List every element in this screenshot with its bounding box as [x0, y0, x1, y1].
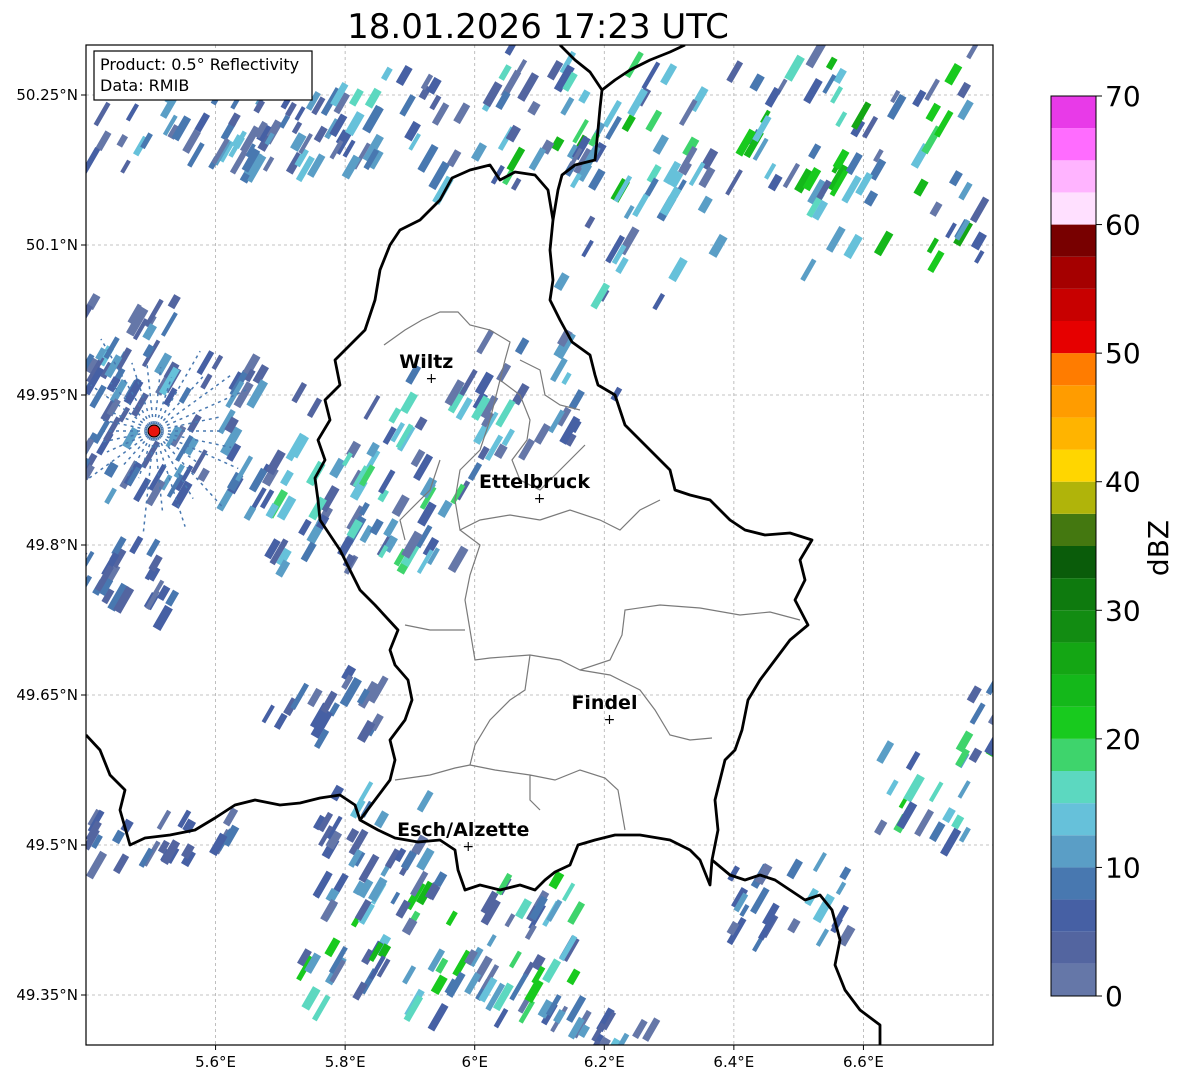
- colorbar-tick-label: 70: [1105, 80, 1141, 113]
- colorbar-segment: [1051, 96, 1096, 129]
- colorbar-segment: [1051, 256, 1096, 289]
- colorbar-tick-label: 10: [1105, 851, 1141, 884]
- city-label: Ettelbruck: [479, 471, 590, 493]
- colorbar-segment: [1051, 128, 1096, 161]
- colorbar-tick-label: 30: [1105, 594, 1141, 627]
- colorbar-segment: [1051, 771, 1096, 804]
- colorbar-segment: [1051, 963, 1096, 996]
- colorbar-segment: [1051, 803, 1096, 836]
- colorbar-segment: [1051, 642, 1096, 675]
- colorbar-tick-label: 50: [1105, 337, 1141, 370]
- colorbar-segment: [1051, 160, 1096, 193]
- lat-tick-label: 49.65°N: [16, 686, 78, 704]
- colorbar-segment: [1051, 481, 1096, 514]
- colorbar-label: dBZ: [1142, 520, 1175, 576]
- lon-tick-label: 5.8°E: [325, 1053, 366, 1071]
- map-title: 18.01.2026 17:23 UTC: [347, 7, 729, 47]
- info-box: Product: 0.5° Reflectivity Data: RMIB: [93, 50, 313, 101]
- city-marker: +: [462, 839, 474, 855]
- lon-tick-label: 6.2°E: [584, 1053, 625, 1071]
- lat-tick-label: 50.1°N: [26, 236, 78, 254]
- colorbar-segment: [1051, 931, 1096, 964]
- colorbar-segment: [1051, 385, 1096, 418]
- radar-site-marker: [147, 424, 161, 438]
- colorbar-segment: [1051, 321, 1096, 354]
- lon-tick-label: 6.6°E: [843, 1053, 884, 1071]
- colorbar-tick-label: 20: [1105, 723, 1141, 756]
- lat-tick-label: 49.95°N: [16, 386, 78, 404]
- radar-site-dot: [147, 424, 161, 438]
- lon-tick-label: 6°E: [461, 1053, 488, 1071]
- lon-tick-label: 5.6°E: [195, 1053, 236, 1071]
- city-marker: +: [604, 712, 616, 728]
- city-label: Findel: [571, 692, 637, 714]
- lat-tick-label: 49.8°N: [26, 536, 78, 554]
- colorbar-segment: [1051, 192, 1096, 225]
- lon-tick-label: 6.4°E: [713, 1053, 754, 1071]
- colorbar-segment: [1051, 449, 1096, 482]
- colorbar-segment: [1051, 835, 1096, 868]
- map-panel: +Wiltz+Ettelbruck+Findel+Esch/Alzette 5.…: [16, 44, 994, 1071]
- colorbar-segment: [1051, 513, 1096, 546]
- colorbar-segment: [1051, 706, 1096, 739]
- colorbar-segment: [1051, 578, 1096, 611]
- colorbar-tick-label: 40: [1105, 466, 1141, 499]
- colorbar-segment: [1051, 899, 1096, 932]
- lat-tick-label: 49.35°N: [16, 986, 78, 1004]
- radar-map-figure: 18.01.2026 17:23 UTC +Wiltz+Ettelbruck+F…: [0, 0, 1184, 1081]
- colorbar-segment: [1051, 224, 1096, 257]
- colorbar-segment: [1051, 546, 1096, 579]
- colorbar-segment: [1051, 738, 1096, 771]
- city-marker: +: [425, 371, 437, 387]
- colorbar-tick-label: 0: [1105, 980, 1123, 1013]
- colorbar-segment: [1051, 674, 1096, 707]
- info-data-source: Data: RMIB: [100, 76, 189, 95]
- city-label: Wiltz: [399, 351, 453, 373]
- city-label: Esch/Alzette: [397, 819, 529, 841]
- lat-tick-label: 49.5°N: [26, 836, 78, 854]
- colorbar-segment: [1051, 353, 1096, 386]
- colorbar-segment: [1051, 417, 1096, 450]
- city-marker: +: [534, 491, 546, 507]
- colorbar-tick-label: 60: [1105, 209, 1141, 242]
- info-product: Product: 0.5° Reflectivity: [100, 55, 299, 74]
- colorbar-segment: [1051, 288, 1096, 321]
- lat-tick-label: 50.25°N: [16, 86, 78, 104]
- colorbar-segment: [1051, 867, 1096, 900]
- colorbar-segment: [1051, 610, 1096, 643]
